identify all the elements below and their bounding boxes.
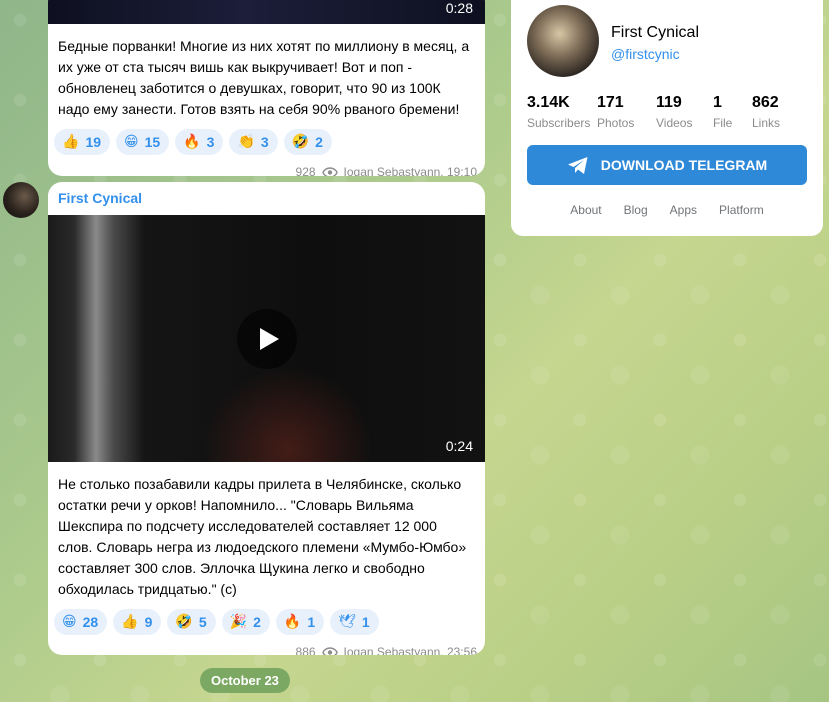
message-text: Бедные порванки! Многие из них хотят по … — [58, 38, 470, 117]
channel-name: First Cynical — [611, 24, 700, 41]
stat-value: 119 — [656, 94, 682, 111]
message-bubble: First Cynical 0:24 Не столько позабавили… — [48, 182, 485, 655]
stat-videos[interactable]: 119 Videos — [656, 94, 713, 130]
reaction-count: 2 — [253, 614, 261, 630]
post-signature: Iogan Sebastyann, 23:56 — [343, 645, 477, 655]
reaction-count: 3 — [206, 134, 215, 150]
reaction-rofl[interactable]: 🤣 5 — [167, 609, 216, 635]
play-button[interactable] — [237, 309, 297, 369]
stat-value: 3.14K — [527, 94, 570, 111]
reaction-count: 2 — [315, 134, 323, 150]
reaction-clap[interactable]: 👏 3 — [229, 129, 278, 155]
stat-value: 171 — [597, 94, 624, 111]
telegram-plane-icon — [567, 156, 588, 174]
reaction-count: 9 — [144, 614, 153, 630]
reaction-emoji: 🤣 — [175, 614, 193, 630]
post-signature: Iogan Sebastyann, 19:10 — [343, 165, 477, 176]
reaction-party[interactable]: 🎉 2 — [221, 609, 270, 635]
stat-links[interactable]: 862 Links — [752, 94, 802, 130]
reaction-emoji: 🔥 — [283, 614, 302, 630]
author-name[interactable]: First Cynical — [48, 182, 485, 215]
channel-username[interactable]: @firstcynic — [611, 46, 680, 62]
download-label: DOWNLOAD TELEGRAM — [600, 157, 768, 173]
stat-label: Subscribers — [527, 116, 591, 130]
download-telegram-button[interactable]: DOWNLOAD TELEGRAM — [527, 145, 807, 185]
date-separator: October 23 — [200, 668, 290, 693]
message-text: Не столько позабавили кадры прилета в Че… — [58, 476, 467, 597]
reaction-grin[interactable]: 😁 15 — [116, 129, 170, 155]
author-avatar[interactable] — [3, 182, 39, 218]
channel-avatar — [527, 5, 599, 77]
link-blog[interactable]: Blog — [624, 203, 648, 217]
link-platform[interactable]: Platform — [719, 203, 764, 217]
message-bubble: 0:28 Бедные порванки! Многие из них хотя… — [48, 0, 485, 176]
eye-icon — [321, 166, 338, 176]
video-thumbnail[interactable]: 0:28 — [48, 0, 485, 24]
reaction-emoji: 😁 — [62, 614, 77, 630]
reaction-count: 1 — [307, 614, 316, 630]
reaction-dove[interactable]: 🕊 1 — [330, 609, 379, 635]
message-meta: 928 Iogan Sebastyann, 19:10 — [48, 155, 485, 176]
reactions-bar: 👍 19 😁 15 🔥 3 👏 3 🤣 2 — [48, 120, 485, 155]
reactions-bar: 😁 28 👍 9 🤣 5 🎉 2 🔥 1 🕊 1 — [48, 600, 485, 635]
view-count: 928 — [295, 165, 316, 176]
reaction-emoji: 🔥 — [183, 134, 201, 150]
reaction-count: 19 — [85, 134, 102, 150]
reaction-thumbs-up[interactable]: 👍 9 — [113, 609, 162, 635]
stat-label: Videos — [656, 116, 693, 130]
reaction-count: 15 — [144, 134, 161, 150]
video-thumbnail[interactable]: 0:24 — [48, 215, 485, 462]
channel-info-card: First Cynical @firstcynic 3.14K Subscribe… — [511, 0, 823, 236]
reaction-emoji: 🕊 — [338, 614, 356, 630]
stat-value: 862 — [752, 94, 779, 111]
view-count: 886 — [295, 645, 316, 655]
channel-stats: 3.14K Subscribers 171 Photos 119 Videos 1 Fi… — [527, 94, 802, 130]
reaction-emoji: 👍 — [62, 134, 80, 150]
play-icon — [260, 328, 279, 350]
link-about[interactable]: About — [570, 203, 601, 217]
stat-photos[interactable]: 171 Photos — [597, 94, 656, 130]
reaction-fire[interactable]: 🔥 1 — [275, 609, 325, 635]
eye-icon — [321, 646, 338, 655]
footer-links: About Blog Apps Platform — [511, 203, 823, 217]
stat-label: Photos — [597, 116, 635, 130]
reaction-emoji: 👏 — [237, 134, 255, 150]
reaction-grin[interactable]: 😁 28 — [54, 609, 108, 635]
reaction-count: 5 — [198, 614, 207, 630]
video-duration: 0:28 — [445, 0, 473, 16]
reaction-thumbs-up[interactable]: 👍 19 — [54, 129, 111, 155]
reaction-emoji: 👍 — [121, 614, 139, 630]
reaction-emoji: 🤣 — [291, 134, 310, 150]
reaction-count: 28 — [82, 614, 99, 630]
reaction-count: 1 — [361, 614, 370, 630]
reaction-count: 3 — [260, 134, 269, 150]
stat-files[interactable]: 1 File — [713, 94, 752, 130]
stat-label: File — [713, 116, 733, 130]
link-apps[interactable]: Apps — [670, 203, 697, 217]
message-meta: 886 Iogan Sebastyann, 23:56 — [48, 635, 485, 655]
reaction-emoji: 😁 — [124, 134, 139, 150]
stat-label: Links — [752, 116, 781, 130]
video-duration: 0:24 — [445, 438, 473, 454]
reaction-rofl[interactable]: 🤣 2 — [283, 129, 332, 155]
stat-subscribers: 3.14K Subscribers — [527, 94, 597, 130]
reaction-fire[interactable]: 🔥 3 — [175, 129, 224, 155]
reaction-emoji: 🎉 — [229, 614, 248, 630]
stat-value: 1 — [713, 94, 722, 111]
